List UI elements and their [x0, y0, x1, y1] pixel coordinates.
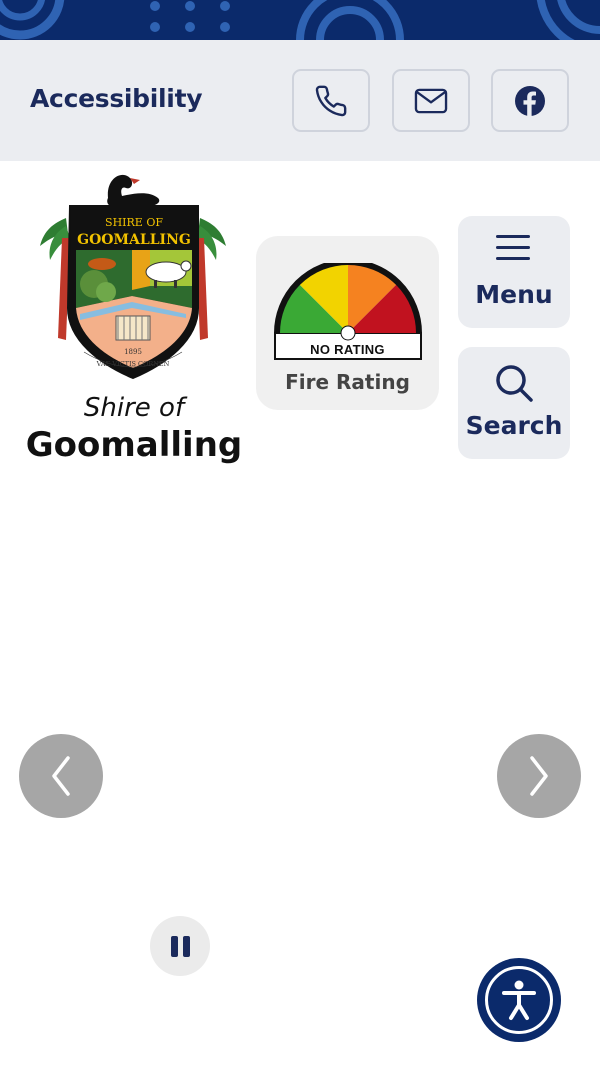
- email-button[interactable]: [392, 69, 470, 132]
- phone-button[interactable]: [292, 69, 370, 132]
- facebook-icon: [515, 85, 545, 116]
- search-button[interactable]: Search: [458, 347, 570, 459]
- slider-next-button[interactable]: [497, 734, 581, 818]
- top-banner: [0, 0, 600, 40]
- search-icon: [496, 365, 533, 402]
- wordmark-shire-of: Shire of: [83, 393, 185, 423]
- crest-year: 1895: [124, 348, 142, 356]
- accessibility-person-icon: [502, 980, 536, 1020]
- shire-crest-logo[interactable]: SHIRE OF GOOMALLING 1895 VAE VICTIS CORN…: [36, 168, 230, 384]
- accessibility-link[interactable]: Accessibility: [30, 84, 203, 113]
- slider-pause-button[interactable]: [150, 916, 210, 976]
- pause-icon: [170, 935, 178, 957]
- mail-icon: [414, 88, 448, 113]
- crest-text-top: SHIRE OF: [105, 216, 163, 229]
- menu-label: Menu: [475, 280, 553, 309]
- phone-icon: [315, 85, 347, 116]
- menu-button[interactable]: Menu: [458, 216, 570, 328]
- crest-text-name: GOOMALLING: [77, 232, 191, 248]
- chevron-right-icon: [530, 756, 548, 796]
- hamburger-icon: [496, 235, 530, 260]
- search-label: Search: [465, 411, 563, 440]
- wordmark-goomalling: Goomalling: [25, 425, 243, 465]
- slider-prev-button[interactable]: [19, 734, 103, 818]
- facebook-button[interactable]: [491, 69, 569, 132]
- fire-rating-label: Fire Rating: [285, 370, 410, 394]
- crest-motto: VAE VICTIS CORNEN: [96, 360, 170, 368]
- utility-bar: Accessibility: [0, 40, 600, 161]
- chevron-left-icon: [52, 756, 70, 796]
- accessibility-widget-button[interactable]: [477, 958, 561, 1042]
- fire-rating-card[interactable]: NO RATING Fire Rating: [256, 236, 439, 410]
- fire-gauge-status: NO RATING: [310, 342, 385, 357]
